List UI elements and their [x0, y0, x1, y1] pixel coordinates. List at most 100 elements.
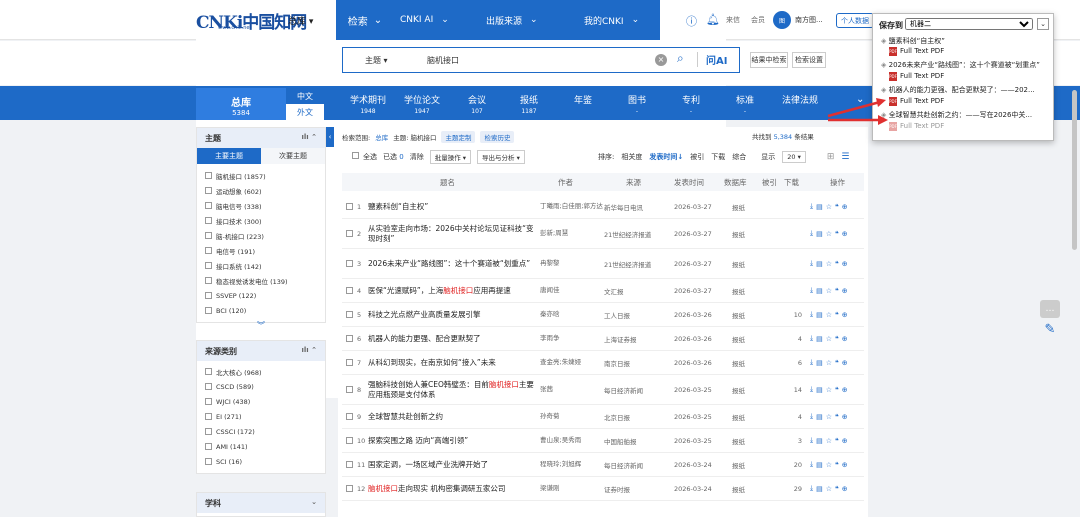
row-source[interactable]: 每日经济新闻	[604, 375, 674, 404]
cnki-logo[interactable]: CNKi中国知网 www.cnki.net	[196, 8, 726, 398]
grid-view-icon[interactable]: ⊞	[827, 152, 835, 162]
search-settings-button[interactable]: 检索设置	[792, 52, 826, 68]
table-row[interactable]: 5 科技之光点燃产业高质量发展引擎 秦亦晗 工人日报 2026-03-26 报纸 10 ⤓ ▤ ☆…	[342, 303, 864, 327]
read-icon[interactable]: ▤	[816, 461, 826, 469]
table-row[interactable]: 3 2026未来产业“路线图”：这十个赛道被“划重点” 冉黎黎 21世纪经济报道 202…	[342, 249, 864, 279]
checkbox[interactable]	[205, 187, 212, 194]
checkbox[interactable]	[205, 217, 212, 224]
tab-secondary-topic[interactable]: 次要主题	[261, 148, 325, 164]
page-size-select[interactable]: 20 ▾	[782, 151, 806, 163]
search-icon[interactable]: ⌕	[677, 51, 684, 66]
row-author[interactable]: 张茜	[540, 375, 610, 404]
share-icon[interactable]: ⊕	[842, 311, 851, 319]
list-view-icon[interactable]: ☰	[841, 152, 849, 162]
facet-item[interactable]: 稳态视觉诱发电位 (139)	[197, 273, 325, 288]
facet-item[interactable]: 北大核心 (968)	[197, 364, 325, 379]
table-row[interactable]: 4 医保“光速赋码”，上海脑机接口应用再提速 唐闻佳 文汇报 2026-03-27 报纸 ⤓…	[342, 279, 864, 303]
search-in-results-button[interactable]: 结果中检索	[750, 52, 788, 68]
read-icon[interactable]: ▤	[816, 287, 826, 295]
search-field-select[interactable]: 主题 ▾	[365, 55, 388, 66]
facet-item[interactable]: SSVEP (122)	[197, 288, 325, 303]
row-source[interactable]: 工人日报	[604, 303, 674, 326]
sort-comprehensive[interactable]: 综合	[732, 152, 746, 162]
table-row[interactable]: 7 从科幻到现实，在南京如何“接入”未来 查金亮;朱婕娅 南京日报 2026-03-26…	[342, 351, 864, 375]
table-row[interactable]: 2 从实验室走向市场：2026中关村论坛见证科技“变现时刻” 彭新;周慧 21世纪经济…	[342, 219, 864, 249]
row-source[interactable]: 中国船舶报	[604, 429, 674, 452]
row-author[interactable]: 唐闻佳	[540, 279, 610, 302]
folder-select[interactable]: 机器二	[905, 18, 1033, 30]
read-icon[interactable]: ▤	[816, 335, 826, 343]
search-history-button[interactable]: 检索历史	[480, 131, 515, 143]
star-icon[interactable]: ☆	[826, 203, 835, 211]
checkbox[interactable]	[346, 461, 353, 468]
facet-item[interactable]: 脑-机接口 (223)	[197, 228, 325, 243]
nav-zongku[interactable]: 总库 ▾	[288, 14, 313, 27]
table-row[interactable]: 1 鹽素科创“自主权” 丁曦雨;白佳丽;郭方达 新华每日电讯 2026-03-27 报纸 ⤓…	[342, 195, 864, 219]
checkbox[interactable]	[205, 232, 212, 239]
db-item-journals[interactable]: 学术期刊 1948	[348, 93, 388, 115]
row-source[interactable]: 文汇报	[604, 279, 674, 302]
row-source[interactable]: 21世纪经济报道	[604, 219, 674, 248]
star-icon[interactable]: ☆	[826, 335, 835, 343]
row-title[interactable]: 脑机接口走向现实 机构密集调研五家公司	[368, 477, 536, 500]
row-title[interactable]: 科技之光点燃产业高质量发展引擎	[368, 303, 536, 326]
cite-icon[interactable]: ❝	[835, 437, 842, 445]
row-source[interactable]: 南京日报	[604, 351, 674, 374]
checkbox[interactable]	[205, 383, 212, 390]
cite-icon[interactable]: ❝	[835, 203, 842, 211]
row-source[interactable]: 21世纪经济报道	[604, 249, 674, 278]
db-item-books[interactable]: 图书 -	[622, 93, 652, 115]
read-icon[interactable]: ▤	[816, 413, 826, 421]
table-row[interactable]: 10 探索突围之路 迈向“高端引领” 曹山泉;吴秀雨 中国船舶报 2026-03-25 报…	[342, 429, 864, 453]
row-author[interactable]: 孙奇菊	[540, 405, 610, 428]
saved-pdf[interactable]: PDF Full Text PDF	[889, 72, 944, 81]
tab-main-topic[interactable]: 主要主题	[197, 148, 261, 164]
lang-chinese-tab[interactable]: 中文	[286, 88, 324, 104]
db-item-newspaper[interactable]: 报纸 1187	[514, 93, 544, 115]
crumb-scope[interactable]: 总库	[375, 132, 388, 142]
saved-item[interactable]: ◈ 全球智慧共赴创新之约：——写在2026中关...	[881, 110, 1032, 120]
chat-icon[interactable]: …	[1040, 300, 1060, 318]
saved-pdf[interactable]: PDF Full Text PDF	[889, 47, 944, 56]
cite-icon[interactable]: ❝	[835, 287, 842, 295]
star-icon[interactable]: ☆	[826, 359, 835, 367]
star-icon[interactable]: ☆	[826, 413, 835, 421]
row-source[interactable]: 新华每日电讯	[604, 195, 674, 218]
row-source[interactable]: 证券时报	[604, 477, 674, 500]
checkbox[interactable]	[346, 203, 353, 210]
row-title[interactable]: 探索突围之路 迈向“高端引领”	[368, 429, 536, 452]
checkbox[interactable]	[346, 287, 353, 294]
sort-cited[interactable]: 被引	[690, 152, 704, 162]
checkbox[interactable]	[346, 311, 353, 318]
read-icon[interactable]: ▤	[816, 203, 826, 211]
checkbox[interactable]	[346, 437, 353, 444]
star-icon[interactable]: ☆	[826, 260, 835, 268]
db-item-standards[interactable]: 标准 -	[730, 93, 760, 115]
facet-source-header[interactable]: 来源类别 ılı ⌃	[197, 341, 325, 361]
read-icon[interactable]: ▤	[816, 437, 826, 445]
cite-icon[interactable]: ❝	[835, 335, 842, 343]
clear-icon[interactable]: ×	[655, 54, 667, 66]
read-icon[interactable]: ▤	[816, 260, 826, 268]
chevron-down-icon[interactable]: ⌄	[1037, 18, 1049, 30]
expand-more-icon[interactable]: ︾	[197, 320, 325, 331]
row-title[interactable]: 全球智慧共赴创新之约	[368, 405, 536, 428]
bell-icon[interactable]: 🔔︎	[706, 13, 720, 26]
scrollbar[interactable]	[1072, 90, 1077, 250]
share-icon[interactable]: ⊕	[842, 437, 851, 445]
facet-item[interactable]: 脑机接口 (1857)	[197, 168, 325, 183]
sort-date[interactable]: 发表时间↓	[649, 152, 683, 162]
facet-item[interactable]: WJCI (438)	[197, 394, 325, 409]
cite-icon[interactable]: ❝	[835, 230, 842, 238]
facet-item[interactable]: CSCD (589)	[197, 379, 325, 394]
share-icon[interactable]: ⊕	[842, 461, 851, 469]
checkbox[interactable]	[205, 292, 212, 299]
row-author[interactable]: 曹山泉;吴秀雨	[540, 429, 610, 452]
share-icon[interactable]: ⊕	[842, 335, 851, 343]
checkbox[interactable]	[346, 260, 353, 267]
nav-my-cnki[interactable]: 我的CNKI ⌄	[584, 0, 639, 40]
row-title[interactable]: 从科幻到现实，在南京如何“接入”未来	[368, 351, 536, 374]
checkbox[interactable]	[205, 413, 212, 420]
checkbox[interactable]	[205, 368, 212, 375]
row-source[interactable]: 上海证券报	[604, 327, 674, 350]
